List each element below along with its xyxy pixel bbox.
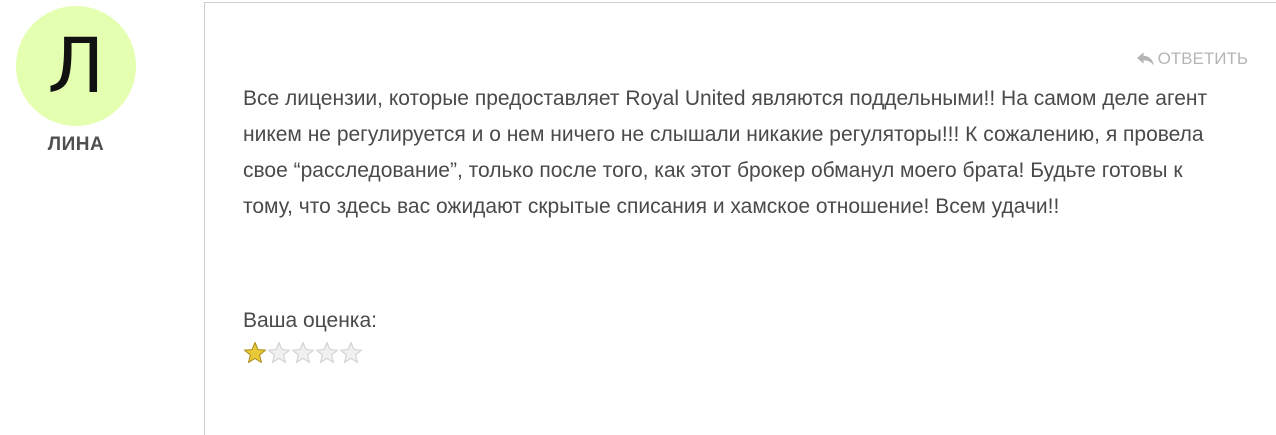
star-empty-icon[interactable]: [339, 341, 363, 365]
star-rating: [243, 341, 363, 365]
avatar: Л: [16, 6, 136, 126]
comment-box: ОТВЕТИТЬ Все лицензии, которые предостав…: [204, 2, 1276, 435]
avatar-letter: Л: [47, 21, 105, 110]
rating-label: Ваша оценка:: [243, 309, 377, 332]
star-empty-icon[interactable]: [267, 341, 291, 365]
comment-text: Все лицензии, которые предоставляет Roya…: [243, 87, 1208, 218]
star-filled-icon[interactable]: [243, 341, 267, 365]
author-name: ЛИНА: [47, 134, 105, 155]
comment-author: Л ЛИНА: [16, 6, 136, 156]
star-empty-icon[interactable]: [291, 341, 315, 365]
reply-arrow-icon: [1136, 52, 1154, 66]
star-empty-icon[interactable]: [315, 341, 339, 365]
reply-button[interactable]: ОТВЕТИТЬ: [1136, 49, 1248, 69]
reply-label: ОТВЕТИТЬ: [1157, 49, 1248, 68]
